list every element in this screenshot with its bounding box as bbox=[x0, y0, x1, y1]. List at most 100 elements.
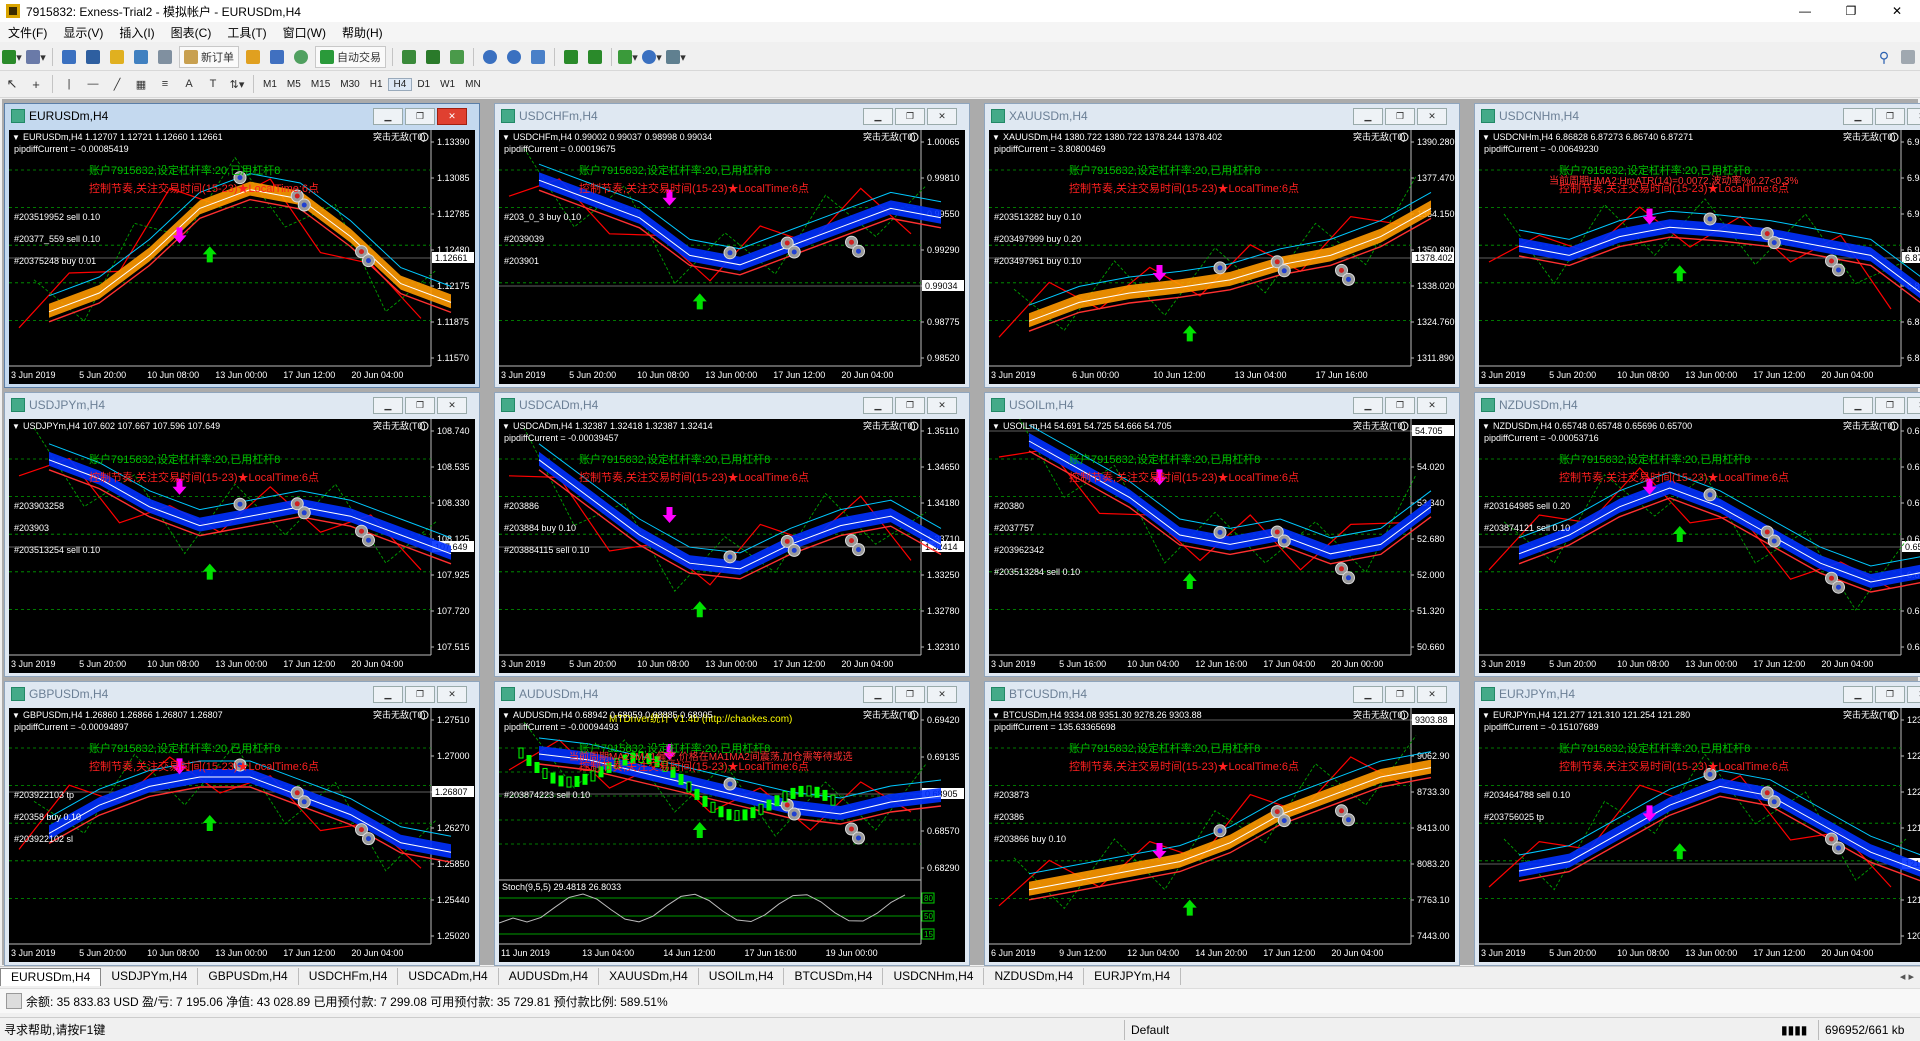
chart-window-eurusdm[interactable]: EURUSDm,H4 ▁ ❐ ✕ 1.13390 1.13085 1.12785 1.1248… bbox=[4, 103, 480, 388]
chart-minimize-button[interactable]: ▁ bbox=[373, 397, 403, 414]
timeframe-m30[interactable]: M30 bbox=[335, 79, 364, 90]
chart-close-button[interactable]: ✕ bbox=[927, 686, 957, 703]
bar-chart-button[interactable] bbox=[399, 47, 419, 67]
chart-close-button[interactable]: ✕ bbox=[927, 397, 957, 414]
chart-minimize-button[interactable]: ▁ bbox=[1843, 108, 1873, 125]
chart-window-header[interactable]: USOILm,H4 ▁ ❐ ✕ bbox=[985, 393, 1459, 417]
menu-help[interactable]: 帮助(H) bbox=[334, 24, 391, 41]
horizontal-line-tool[interactable]: — bbox=[83, 74, 103, 94]
chart-plot-area[interactable]: 0.667250.664100.660950.657800.654650.651… bbox=[1479, 419, 1920, 673]
chart-maximize-button[interactable]: ❐ bbox=[1875, 108, 1905, 125]
cursor-tool[interactable]: ↖ bbox=[2, 74, 22, 94]
search-button[interactable]: ⚲ bbox=[1874, 47, 1894, 67]
tabs-scroll-icon[interactable]: ◂ ▸ bbox=[1900, 970, 1914, 983]
chart-tab-eurjpym[interactable]: EURJPYm,H4 bbox=[1084, 968, 1182, 985]
chart-minimize-button[interactable]: ▁ bbox=[373, 686, 403, 703]
chart-minimize-button[interactable]: ▁ bbox=[1353, 397, 1383, 414]
autoscroll-button[interactable] bbox=[561, 47, 581, 67]
chart-window-audusdm[interactable]: AUDUSDm,H4▁❐✕0.694200.691350.689050.6857… bbox=[494, 681, 970, 966]
menu-insert[interactable]: 插入(I) bbox=[111, 24, 162, 41]
chart-window-header[interactable]: XAUUSDm,H4 ▁ ❐ ✕ bbox=[985, 104, 1459, 128]
crosshair-tool[interactable]: + bbox=[26, 74, 46, 94]
chart-close-button[interactable]: ✕ bbox=[1907, 108, 1920, 125]
chart-maximize-button[interactable]: ❐ bbox=[405, 686, 435, 703]
candle-chart-button[interactable] bbox=[423, 47, 443, 67]
chart-close-button[interactable]: ✕ bbox=[1417, 397, 1447, 414]
chart-window-header[interactable]: AUDUSDm,H4 ▁ ❐ ✕ bbox=[495, 682, 969, 706]
chart-plot-area[interactable]: 1.13390 1.13085 1.12785 1.12480 1.12175 1.118… bbox=[9, 130, 475, 384]
timeframe-w1[interactable]: W1 bbox=[435, 79, 460, 90]
chart-close-button[interactable]: ✕ bbox=[437, 397, 467, 414]
chart-window-header[interactable]: USDCHFm,H4 ▁ ❐ ✕ bbox=[495, 104, 969, 128]
chart-plot-area[interactable]: 1.275101.270001.268071.262701.258501.254… bbox=[9, 708, 475, 962]
chart-close-button[interactable]: ✕ bbox=[1417, 108, 1447, 125]
signals-button[interactable] bbox=[267, 47, 287, 67]
timeframe-h1[interactable]: H1 bbox=[365, 79, 388, 90]
navigator-button[interactable] bbox=[107, 47, 127, 67]
chart-window-header[interactable]: USDCNHm,H4 ▁❐✕ bbox=[1475, 104, 1920, 128]
trendline-tool[interactable]: ╱ bbox=[107, 74, 127, 94]
chart-maximize-button[interactable]: ❐ bbox=[1385, 108, 1415, 125]
chart-window-header[interactable]: BTCUSDm,H4 ▁ ❐ ✕ bbox=[985, 682, 1459, 706]
vertical-line-tool[interactable]: | bbox=[59, 74, 79, 94]
menu-view[interactable]: 显示(V) bbox=[55, 24, 111, 41]
chart-tab-gbpusdm[interactable]: GBPUSDm,H4 bbox=[198, 968, 299, 985]
chart-tab-usdcadm[interactable]: USDCADm,H4 bbox=[398, 968, 499, 985]
templates-button[interactable]: ▾ bbox=[666, 47, 686, 67]
chart-minimize-button[interactable]: ▁ bbox=[863, 108, 893, 125]
chart-window-header[interactable]: GBPUSDm,H4 ▁ ❐ ✕ bbox=[5, 682, 479, 706]
chart-window-usdchfm[interactable]: USDCHFm,H4 ▁ ❐ ✕ 1.00065 0.99810 0.99550 0.9929… bbox=[494, 103, 970, 388]
chart-window-usoilm[interactable]: USOILm,H4▁❐✕54.70554.02053.34052.68052.0… bbox=[984, 392, 1460, 677]
zoom-out-button[interactable] bbox=[504, 47, 524, 67]
chart-plot-area[interactable]: 108.740 108.535 108.330 108.125 107.925 107.7… bbox=[9, 419, 475, 673]
tile-windows-button[interactable] bbox=[528, 47, 548, 67]
chart-tab-audusdm[interactable]: AUDUSDm,H4 bbox=[499, 968, 600, 985]
menu-charts[interactable]: 图表(C) bbox=[163, 24, 220, 41]
chart-minimize-button[interactable]: ▁ bbox=[373, 108, 403, 125]
chart-tab-nzdusdm[interactable]: NZDUSDm,H4 bbox=[984, 968, 1085, 985]
timeframe-m5[interactable]: M5 bbox=[282, 79, 306, 90]
fibonacci-tool[interactable]: ≡ bbox=[155, 74, 175, 94]
chat-button[interactable] bbox=[1898, 47, 1918, 67]
chart-tab-xauusdm[interactable]: XAUUSDm,H4 bbox=[599, 968, 699, 985]
text-tool[interactable]: A bbox=[179, 74, 199, 94]
chart-plot-area[interactable]: 9303.88 9062.90 8733.30 8413.00 8083.20 7763.… bbox=[989, 708, 1455, 962]
timeframe-mn[interactable]: MN bbox=[460, 79, 486, 90]
chart-tab-usdchfm[interactable]: USDCHFm,H4 bbox=[299, 968, 399, 985]
chart-window-header[interactable]: NZDUSDm,H4 ▁❐✕ bbox=[1475, 393, 1920, 417]
chart-plot-area[interactable]: 1390.280 1377.470 1364.150 1350.890 1338.020… bbox=[989, 130, 1455, 384]
chart-window-xauusdm[interactable]: XAUUSDm,H4 ▁ ❐ ✕ 1390.280 1377.470 1364.150 135… bbox=[984, 103, 1460, 388]
terminal-button[interactable] bbox=[131, 47, 151, 67]
line-chart-button[interactable] bbox=[447, 47, 467, 67]
chart-tab-usoilm[interactable]: USOILm,H4 bbox=[699, 968, 785, 985]
chart-close-button[interactable]: ✕ bbox=[1907, 397, 1920, 414]
chart-tab-eurusdm[interactable]: EURUSDm,H4 bbox=[0, 967, 102, 986]
timeframe-m15[interactable]: M15 bbox=[306, 79, 335, 90]
chart-maximize-button[interactable]: ❐ bbox=[895, 686, 925, 703]
chart-maximize-button[interactable]: ❐ bbox=[1385, 397, 1415, 414]
menu-window[interactable]: 窗口(W) bbox=[275, 24, 334, 41]
arrows-tool[interactable]: ⇅▾ bbox=[227, 74, 247, 94]
metaeditor-button[interactable] bbox=[243, 47, 263, 67]
label-tool[interactable]: T bbox=[203, 74, 223, 94]
tester-button[interactable] bbox=[155, 47, 175, 67]
chart-window-header[interactable]: USDJPYm,H4 ▁ ❐ ✕ bbox=[5, 393, 479, 417]
chart-maximize-button[interactable]: ❐ bbox=[405, 397, 435, 414]
timeframe-h4[interactable]: H4 bbox=[387, 77, 413, 91]
new-chart-button[interactable]: ▾ bbox=[2, 47, 22, 67]
new-order-button[interactable]: 新订单 bbox=[179, 46, 239, 68]
chart-minimize-button[interactable]: ▁ bbox=[1843, 686, 1873, 703]
chart-window-usdcnhm[interactable]: USDCNHm,H4▁❐✕6.956356.941006.926206.9113… bbox=[1474, 103, 1920, 388]
chart-close-button[interactable]: ✕ bbox=[437, 108, 467, 125]
status-profile[interactable]: Default bbox=[1124, 1019, 1175, 1040]
chart-plot-area[interactable]: 1.000650.998100.995500.992900.990340.987… bbox=[499, 130, 965, 384]
chart-window-eurjpym[interactable]: EURJPYm,H4 ▁❐✕ 123.040 122.660 122.270 121.89… bbox=[1474, 681, 1920, 966]
chart-maximize-button[interactable]: ❐ bbox=[895, 397, 925, 414]
chart-maximize-button[interactable]: ❐ bbox=[1385, 686, 1415, 703]
chart-tab-usdjpym[interactable]: USDJPYm,H4 bbox=[101, 968, 199, 985]
chart-plot-area[interactable]: 6.956356.941006.926206.911356.896056.881… bbox=[1479, 130, 1920, 384]
chart-plot-area[interactable]: 0.694200.691350.689050.685700.682900.689… bbox=[499, 708, 965, 962]
close-button[interactable]: ✕ bbox=[1874, 0, 1920, 22]
chart-close-button[interactable]: ✕ bbox=[1417, 686, 1447, 703]
chart-minimize-button[interactable]: ▁ bbox=[863, 686, 893, 703]
